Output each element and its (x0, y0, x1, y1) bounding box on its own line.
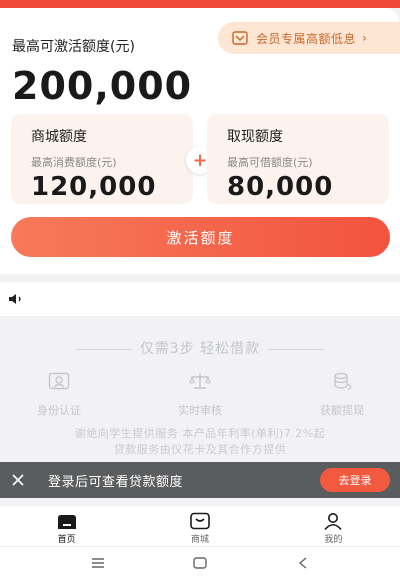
step-withdraw: 获额提现 (297, 372, 387, 418)
step-review: 实时审核 (155, 372, 245, 418)
steps-title: 仅需3步 轻松借款 (139, 341, 261, 357)
tab-label: 我的 (324, 535, 343, 545)
disclaimer: 谢绝向学生提供服务 本产品年利率(单利)7.2%起 贷款服务由仪花卡及其合作方提… (0, 426, 400, 458)
login-prompt-bar: 登录后可查看贷款额度 去登录 (0, 462, 400, 498)
login-button[interactable]: 去登录 (320, 468, 390, 492)
cash-quota-value: 80,000 (227, 172, 334, 202)
step-label: 获额提现 (320, 404, 364, 417)
divider-left (75, 348, 132, 350)
step-identity: 身份认证 (14, 372, 104, 418)
tab-shop[interactable]: 商城 (133, 506, 266, 546)
mall-quota-value: 120,000 (31, 172, 157, 202)
disclaimer-line-1: 谢绝向学生提供服务 本产品年利率(单利)7.2%起 (74, 427, 326, 440)
close-icon (12, 474, 24, 486)
home-icon (57, 515, 76, 529)
id-card-icon (48, 372, 70, 390)
max-quota-title: 最高可激活额度(元) (12, 39, 135, 55)
tab-profile[interactable]: 我的 (267, 506, 400, 546)
steps-heading: 仅需3步 轻松借款 (0, 338, 400, 358)
cash-quota-label: 最高可借额度(元) (227, 156, 313, 169)
activate-quota-button[interactable]: 激活额度 (11, 217, 390, 257)
home-button-icon[interactable] (193, 557, 207, 569)
max-amount: 200,000 (12, 64, 193, 108)
disclaimer-line-2: 贷款服务由仪花卡及其合作方提供 (113, 443, 287, 456)
chevron-right-icon: › (362, 31, 367, 45)
cash-quota-card[interactable]: 取现额度 最高可借额度(元) 80,000 (207, 114, 389, 204)
tab-home[interactable]: 首页 (0, 506, 133, 546)
tab-label: 首页 (57, 535, 76, 545)
profile-icon (324, 513, 342, 530)
system-nav-bar (0, 546, 400, 582)
mall-quota-label: 最高消费额度(元) (31, 156, 117, 169)
speaker-icon (9, 294, 21, 304)
bottom-tab-bar: 首页 商城 我的 (0, 506, 400, 546)
mall-quota-title: 商城额度 (31, 129, 87, 145)
scale-icon (189, 374, 211, 389)
login-prompt-text: 登录后可查看贷款额度 (48, 474, 184, 490)
notice-bar[interactable] (0, 282, 400, 316)
vip-banner-text: 会员专属高额低息 (256, 31, 357, 46)
step-label: 身份认证 (37, 404, 81, 417)
step-label: 实时审核 (178, 404, 222, 417)
menu-icon[interactable] (91, 557, 105, 569)
close-button[interactable] (0, 474, 36, 486)
top-strip (0, 0, 400, 8)
crown-icon (232, 31, 248, 45)
mall-quota-card[interactable]: 商城额度 最高消费额度(元) 120,000 (11, 114, 193, 204)
divider-right (268, 348, 325, 350)
coins-icon (334, 372, 352, 391)
cash-quota-title: 取现额度 (227, 129, 283, 145)
vip-banner[interactable]: 会员专属高额低息 › (218, 22, 400, 54)
shop-icon (190, 512, 210, 530)
back-icon[interactable] (298, 557, 308, 569)
tab-label: 商城 (190, 535, 209, 545)
